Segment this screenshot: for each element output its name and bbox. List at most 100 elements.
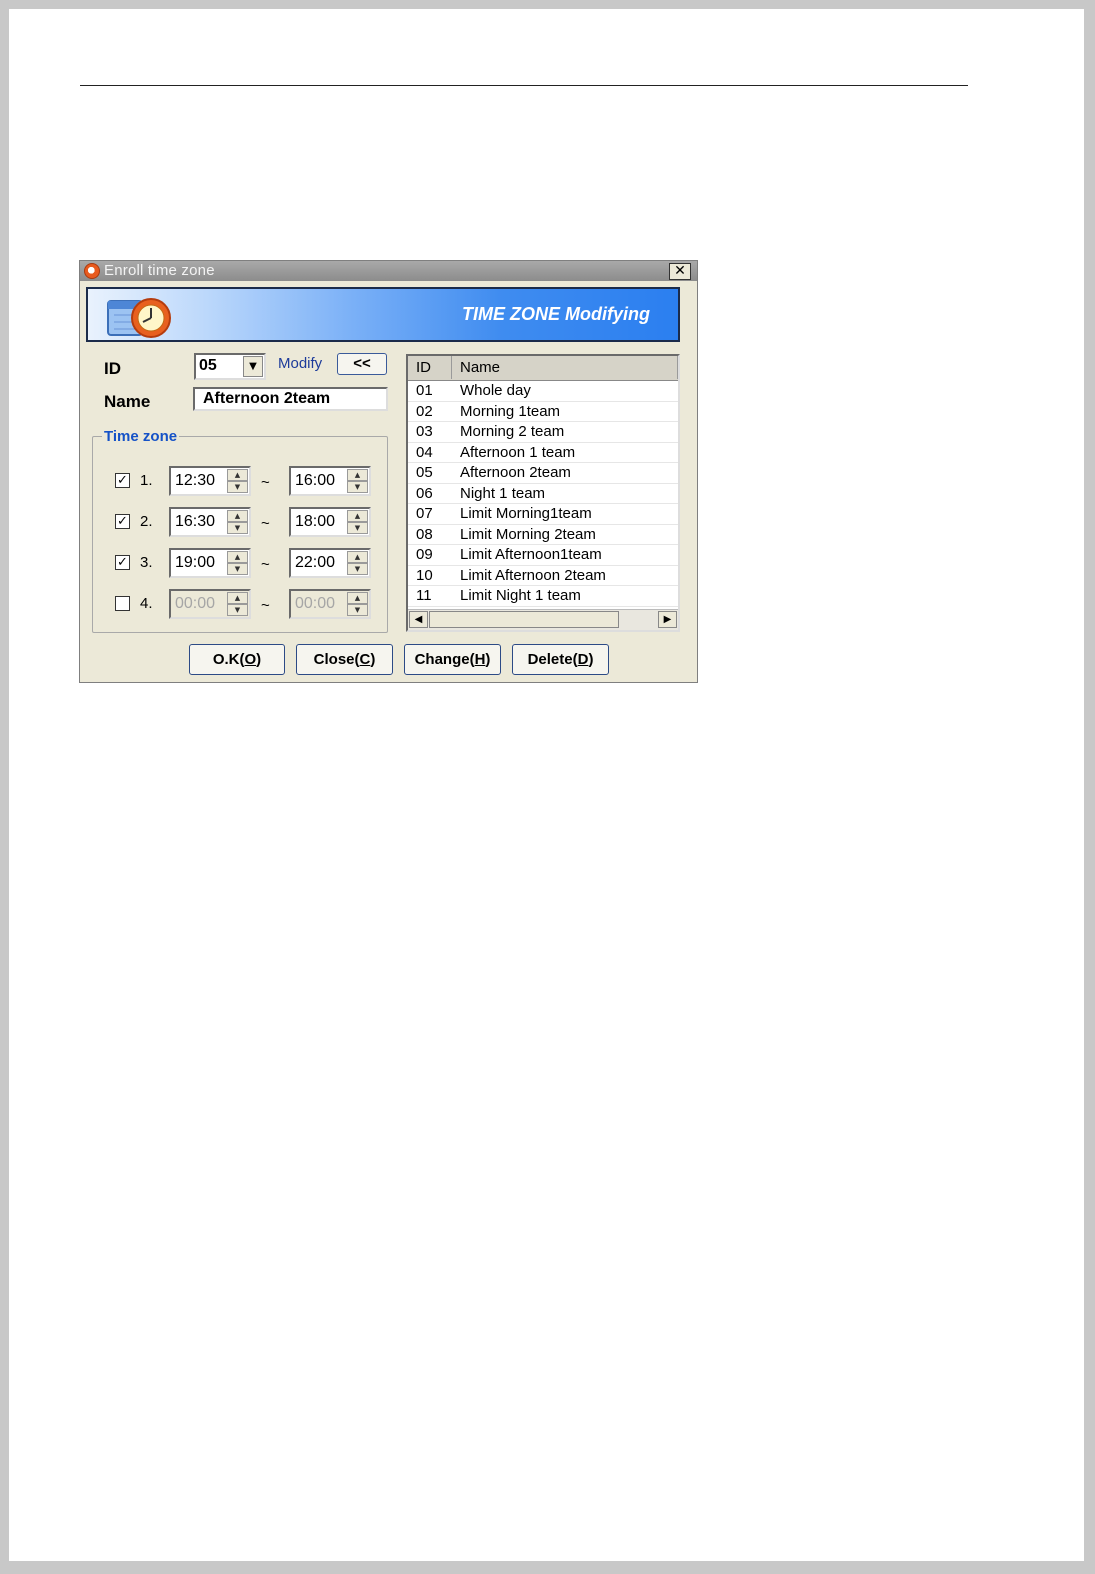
name-field[interactable]: Afternoon 2team	[193, 387, 388, 411]
spin-up-icon[interactable]: ▲	[227, 551, 248, 563]
spin-down-icon[interactable]: ▼	[227, 563, 248, 575]
change-button-label-end: )	[485, 651, 491, 668]
list-item-name: Whole day	[460, 382, 531, 399]
time-zone-1-end[interactable]: 16:00 ▲ ▼	[289, 466, 371, 496]
delete-button-label: Delete(	[527, 651, 578, 668]
title-bar[interactable]: Enroll time zone ✕	[80, 261, 697, 281]
list-item[interactable]: 11 Limit Night 1 team	[408, 586, 678, 607]
column-header-id[interactable]: ID	[408, 356, 452, 379]
list-item[interactable]: 05 Afternoon 2team	[408, 463, 678, 484]
ok-button-hotkey: O	[244, 651, 257, 668]
scroll-right-icon[interactable]: ▶	[658, 611, 677, 628]
list-item-id: 01	[416, 382, 433, 399]
list-item-id: 03	[416, 423, 433, 440]
ok-button[interactable]: O.K(O)	[189, 644, 285, 675]
list-item[interactable]: 10 Limit Afternoon 2team	[408, 566, 678, 586]
list-item-name: Afternoon 1 team	[460, 443, 576, 461]
time-zone-row-4: 4. 00:00 ▲ ▼ ~ 00:00 ▲ ▼	[93, 587, 389, 619]
time-zone-2-start[interactable]: 16:30 ▲ ▼	[169, 507, 251, 537]
app-clock-icon	[84, 263, 100, 279]
spin-value: 19:00	[175, 554, 216, 571]
list-item[interactable]: 09 Limit Afternoon1team	[408, 545, 678, 566]
spin-up-icon[interactable]: ▲	[347, 510, 368, 522]
range-separator: ~	[261, 597, 270, 614]
spin-value: 12:30	[175, 472, 216, 489]
spin-down-icon[interactable]: ▼	[347, 563, 368, 575]
spin-up-icon[interactable]: ▲	[227, 510, 248, 522]
list-item-id: 07	[416, 505, 433, 522]
ok-button-label-end: )	[256, 651, 262, 668]
id-dropdown[interactable]: 05 ▼	[194, 353, 266, 380]
list-item[interactable]: 06 Night 1 team	[408, 484, 678, 504]
spin-up-icon[interactable]: ▲	[227, 469, 248, 481]
chevron-down-icon[interactable]: ▼	[243, 356, 263, 377]
list-item-name: Night 1 team	[460, 484, 546, 502]
row-number: 3.	[140, 554, 153, 571]
delete-button[interactable]: Delete(D)	[512, 644, 609, 675]
document-page: Enroll time zone ✕ TIME ZONE Modifying I…	[9, 9, 1084, 1561]
spin-down-icon[interactable]: ▼	[347, 481, 368, 493]
change-button[interactable]: Change(H)	[404, 644, 501, 675]
range-separator: ~	[261, 515, 270, 532]
range-separator: ~	[261, 474, 270, 491]
time-zone-2-end[interactable]: 18:00 ▲ ▼	[289, 507, 371, 537]
time-zone-3-start[interactable]: 19:00 ▲ ▼	[169, 548, 251, 578]
spin-down-icon[interactable]: ▼	[347, 522, 368, 534]
list-item[interactable]: 03 Morning 2 team	[408, 422, 678, 443]
list-item-name: Limit Morning1team	[460, 505, 592, 522]
list-item-name: Afternoon 2team	[460, 464, 571, 481]
header-banner: TIME ZONE Modifying	[86, 287, 680, 342]
spin-up-icon[interactable]: ▲	[347, 551, 368, 563]
time-zone-4-checkbox[interactable]	[115, 596, 130, 611]
spin-down-icon[interactable]: ▼	[227, 481, 248, 493]
list-item-id: 02	[416, 402, 433, 420]
time-zone-list[interactable]: ID Name 01 Whole day 02 Morning 1team 03 Mo…	[406, 354, 680, 632]
list-item-id: 11	[416, 587, 432, 604]
close-button[interactable]: Close(C)	[296, 644, 393, 675]
list-item[interactable]: 08 Limit Morning 2team	[408, 525, 678, 545]
time-zone-4-start: 00:00 ▲ ▼	[169, 589, 251, 619]
list-item-id: 09	[416, 546, 433, 563]
spin-value: 00:00	[295, 595, 336, 612]
scroll-thumb[interactable]	[429, 611, 619, 628]
name-label: Name	[104, 392, 151, 411]
time-zone-3-end[interactable]: 22:00 ▲ ▼	[289, 548, 371, 578]
ok-button-label: O.K(	[212, 651, 245, 668]
window-title: Enroll time zone	[104, 262, 215, 279]
header-rule	[80, 85, 968, 86]
modify-label: Modify	[278, 355, 323, 372]
list-item-name: Limit Afternoon1team	[460, 546, 602, 563]
close-button-label: Close(	[313, 651, 360, 668]
change-button-hotkey: H	[474, 651, 486, 668]
row-number: 4.	[140, 595, 153, 612]
time-zone-row-2: ✓ 2. 16:30 ▲ ▼ ~ 18:00 ▲ ▼	[93, 505, 389, 537]
time-zone-1-checkbox[interactable]: ✓	[115, 473, 130, 488]
horizontal-scrollbar[interactable]: ◀ ▶	[408, 609, 678, 630]
spin-up-icon[interactable]: ▲	[347, 469, 368, 481]
spin-down-icon[interactable]: ▼	[227, 522, 248, 534]
list-item[interactable]: 07 Limit Morning1team	[408, 504, 678, 525]
spin-value: 00:00	[175, 595, 216, 612]
time-zone-4-end: 00:00 ▲ ▼	[289, 589, 371, 619]
list-item-name: Limit Morning 2team	[460, 525, 596, 543]
delete-button-hotkey: D	[577, 651, 589, 668]
list-item-id: 05	[416, 464, 433, 481]
delete-button-label-end: )	[588, 651, 594, 668]
modify-button[interactable]: <<	[337, 353, 387, 375]
column-header-name[interactable]: Name	[452, 356, 678, 379]
list-item[interactable]: 04 Afternoon 1 team	[408, 443, 678, 463]
scroll-left-icon[interactable]: ◀	[409, 611, 428, 628]
close-icon[interactable]: ✕	[669, 263, 691, 280]
time-zone-3-checkbox[interactable]: ✓	[115, 555, 130, 570]
list-item-id: 08	[416, 525, 433, 543]
banner-title: TIME ZONE Modifying	[462, 304, 650, 324]
time-zone-1-start[interactable]: 12:30 ▲ ▼	[169, 466, 251, 496]
list-item[interactable]: 02 Morning 1team	[408, 402, 678, 422]
row-number: 1.	[140, 472, 153, 489]
list-item-id: 10	[416, 566, 433, 584]
list-item[interactable]: 01 Whole day	[408, 381, 678, 402]
spin-up-icon: ▲	[227, 592, 248, 604]
id-label: ID	[104, 359, 121, 378]
time-zone-2-checkbox[interactable]: ✓	[115, 514, 130, 529]
id-dropdown-value: 05	[199, 357, 217, 374]
